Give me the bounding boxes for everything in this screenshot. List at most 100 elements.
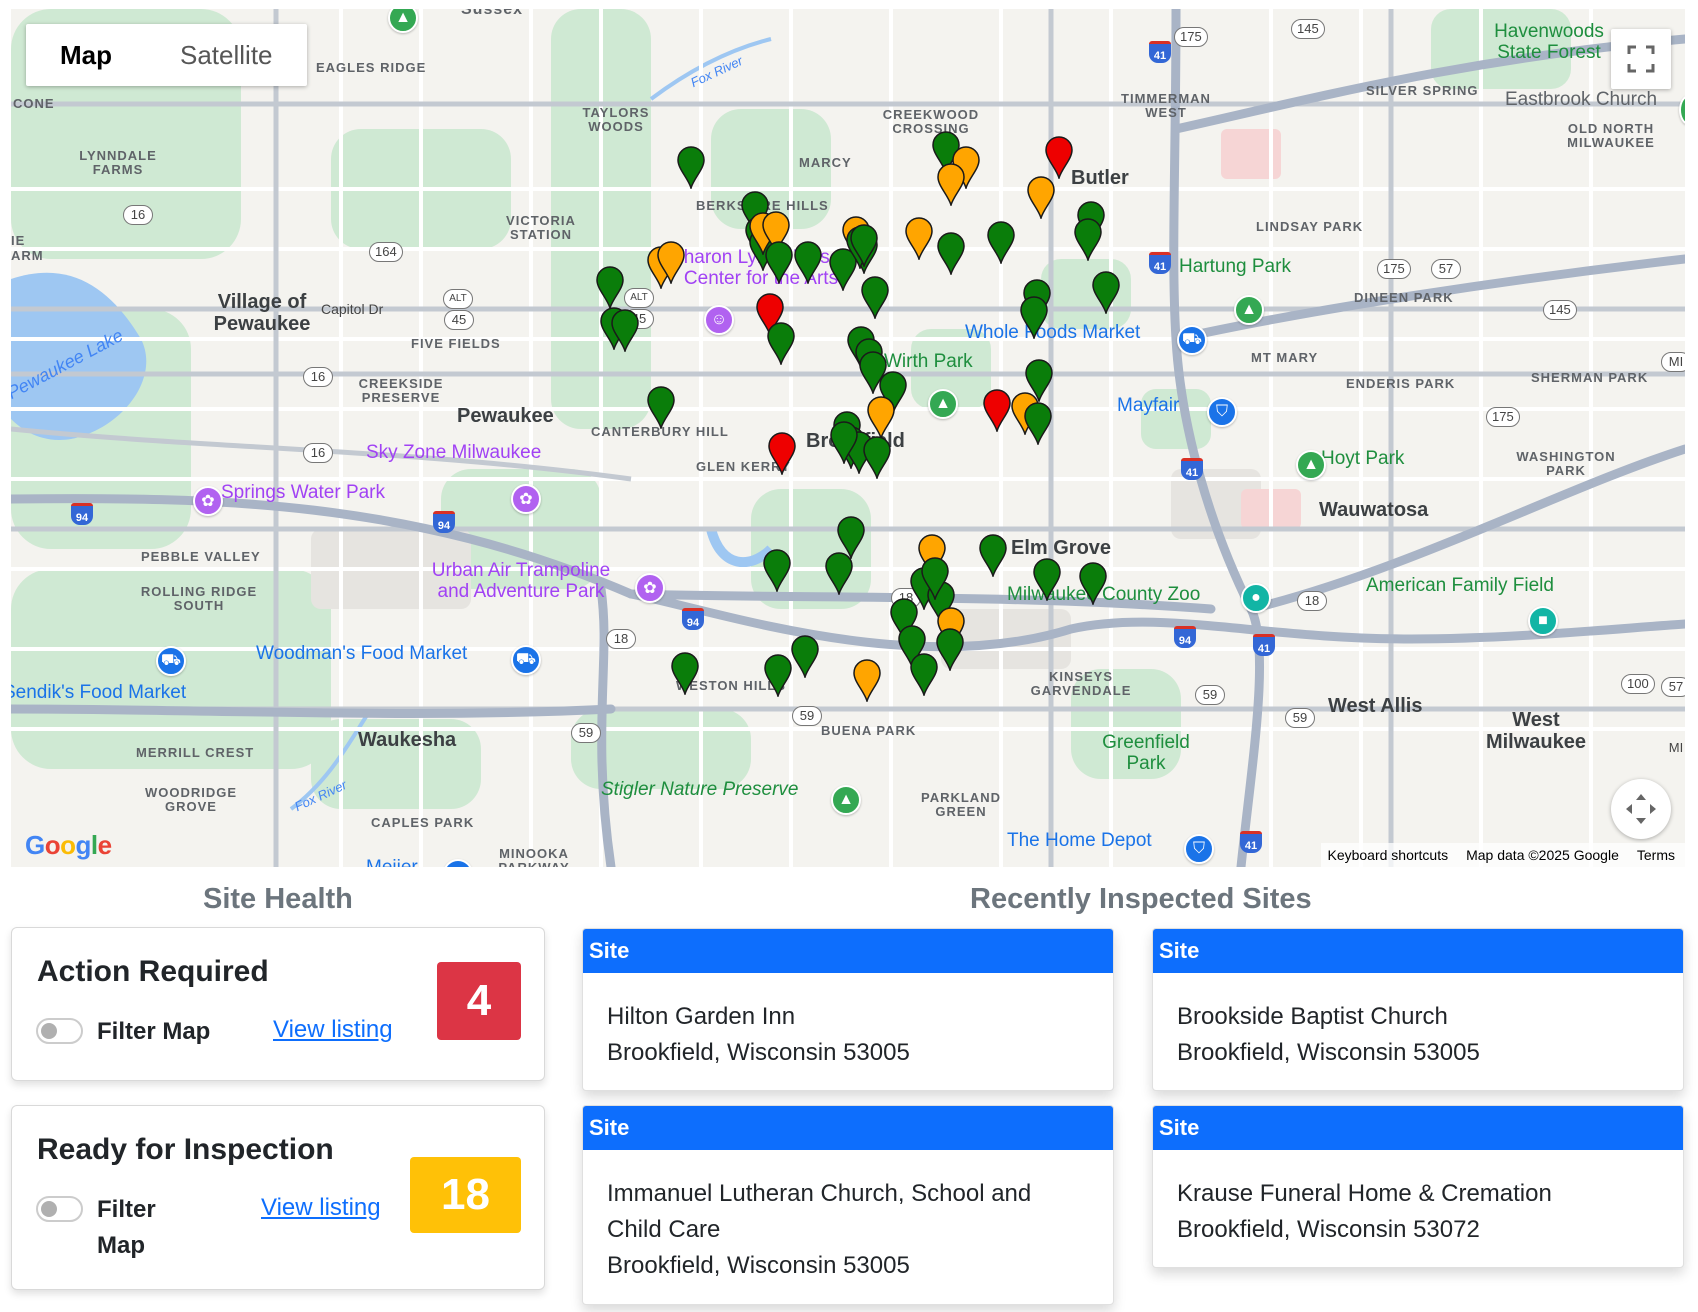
site-name: Hilton Garden Inn (607, 1003, 796, 1030)
zoo-icon[interactable]: ● (1241, 583, 1271, 613)
place-label: WASHINGTON PARK (1516, 449, 1616, 478)
map-pin-icon (983, 389, 1011, 434)
shopping-bag-icon[interactable]: ⛉ (1184, 834, 1214, 864)
site-map-pin[interactable] (982, 388, 1012, 434)
shopping-cart-icon[interactable]: ⛟ (156, 646, 186, 676)
site-map-pin[interactable] (767, 431, 797, 477)
site-map-pin[interactable] (595, 265, 625, 311)
park-label: Havenwoods State Forest (1494, 21, 1604, 63)
city-label: Butler (1071, 167, 1129, 189)
site-map-pin[interactable] (936, 162, 966, 208)
city-label: Waukesha (358, 729, 457, 751)
site-card[interactable]: Site Krause Funeral Home & Cremation Bro… (1152, 1105, 1684, 1268)
site-map-pin[interactable] (793, 240, 823, 286)
shopping-bag-icon[interactable]: ⛉ (1207, 397, 1237, 427)
site-map-pin[interactable] (1091, 270, 1121, 316)
place-label: PARKLAND GREEN (921, 790, 1001, 819)
route-shield: 18 (1297, 591, 1327, 611)
site-map-pin[interactable] (862, 435, 892, 481)
camera-control-button[interactable] (1611, 779, 1671, 839)
map-pin-icon (791, 635, 819, 680)
shopping-cart-icon[interactable]: ⛟ (1177, 325, 1207, 355)
site-map-pin[interactable] (860, 275, 890, 321)
place-label: EAGLES RIDGE (316, 60, 427, 75)
map-pin-icon (1074, 218, 1102, 263)
view-listing-link[interactable]: View listing (261, 1194, 381, 1222)
site-map-pin[interactable] (936, 231, 966, 277)
site-map-pin[interactable] (762, 548, 792, 594)
place-label: DINEEN PARK (1354, 290, 1454, 305)
site-map-pin[interactable] (1073, 217, 1103, 263)
site-map-pin[interactable] (1024, 358, 1054, 404)
route-shield: 57 (1661, 677, 1685, 697)
google-logo[interactable]: Google (25, 830, 112, 861)
site-map-pin[interactable] (935, 627, 965, 673)
site-map-pin[interactable] (676, 145, 706, 191)
map-pin-icon (671, 652, 699, 697)
map-pin-icon (910, 653, 938, 698)
site-map-pin[interactable] (1032, 557, 1062, 603)
place-label: KINSEYS GARVENDALE (1030, 669, 1132, 698)
map-pin-icon (921, 557, 949, 602)
interstate-shield: 94 (1174, 626, 1196, 648)
site-map-pin[interactable] (1078, 561, 1108, 607)
filter-map-toggle[interactable] (36, 1018, 83, 1044)
site-map-pin[interactable] (670, 651, 700, 697)
park-label: American Family Field (1366, 575, 1554, 596)
fullscreen-button[interactable] (1611, 29, 1671, 89)
terms-link[interactable]: Terms (1637, 847, 1675, 863)
site-map-pin[interactable] (904, 216, 934, 262)
park-icon[interactable]: ▲ (1234, 295, 1264, 325)
site-map-pin[interactable] (1044, 135, 1074, 181)
site-card[interactable]: Site Hilton Garden Inn Brookfield, Wisco… (582, 928, 1114, 1091)
site-map-pin[interactable] (852, 658, 882, 704)
attraction-icon[interactable]: ✿ (193, 486, 223, 516)
site-map-pin[interactable] (790, 634, 820, 680)
site-card-body: Krause Funeral Home & Cremation Brookfie… (1153, 1150, 1683, 1267)
map-type-satellite-button[interactable]: Satellite (146, 24, 307, 86)
place-label: ROLLING RIDGE SOUTH (140, 584, 258, 613)
park-icon[interactable]: ▲ (1296, 450, 1326, 480)
site-map-pin[interactable] (824, 551, 854, 597)
shopping-cart-icon[interactable]: ⛟ (511, 645, 541, 675)
site-card-body: Brookside Baptist Church Brookfield, Wis… (1153, 973, 1683, 1090)
park-icon[interactable]: ▲ (831, 785, 861, 815)
site-card-header: Site (583, 929, 1113, 973)
park-icon[interactable]: ▲ (928, 389, 958, 419)
keyboard-shortcuts-link[interactable]: Keyboard shortcuts (1327, 847, 1448, 863)
site-name: Immanuel Lutheran Church, School and Chi… (607, 1180, 1032, 1243)
theater-icon[interactable]: ☺ (704, 305, 734, 335)
site-map-pin[interactable] (610, 308, 640, 354)
site-map-pin[interactable] (1026, 175, 1056, 221)
place-label: MARCY (799, 155, 852, 170)
stadium-icon[interactable]: ■ (1528, 606, 1558, 636)
site-map-pin[interactable] (978, 533, 1008, 579)
attraction-icon[interactable]: ✿ (635, 573, 665, 603)
site-card[interactable]: Site Brookside Baptist Church Brookfield… (1152, 928, 1684, 1091)
site-map-pin[interactable] (909, 652, 939, 698)
site-map-pin[interactable] (849, 223, 879, 269)
site-map-pin[interactable] (766, 321, 796, 367)
map[interactable]: Sussex EAGLES RIDGE CONE LYNNDALE FARMS … (11, 9, 1685, 867)
park-label: Greenfield Park (1102, 732, 1190, 774)
site-map-pin[interactable] (986, 220, 1016, 266)
site-map-pin[interactable] (763, 653, 793, 699)
filter-map-toggle[interactable] (36, 1196, 83, 1222)
attraction-icon[interactable]: ✿ (511, 484, 541, 514)
site-map-pin[interactable] (829, 420, 859, 466)
site-map-pin[interactable] (656, 240, 686, 286)
place-label: CONE (13, 96, 55, 111)
site-map-pin[interactable] (646, 385, 676, 431)
site-map-pin[interactable] (764, 240, 794, 286)
site-card[interactable]: Site Immanuel Lutheran Church, School an… (582, 1105, 1114, 1305)
map-pin-icon (861, 276, 889, 321)
map-pin-icon (1025, 359, 1053, 404)
route-shield: 175 (1486, 407, 1520, 427)
interstate-shield: 41 (1240, 831, 1262, 853)
route-shield: 100 (1621, 674, 1655, 694)
view-listing-link[interactable]: View listing (273, 1016, 393, 1044)
site-map-pin[interactable] (1023, 401, 1053, 447)
map-type-map-button[interactable]: Map (26, 24, 146, 86)
site-map-pin[interactable] (1019, 295, 1049, 341)
site-map-pin[interactable] (920, 556, 950, 602)
